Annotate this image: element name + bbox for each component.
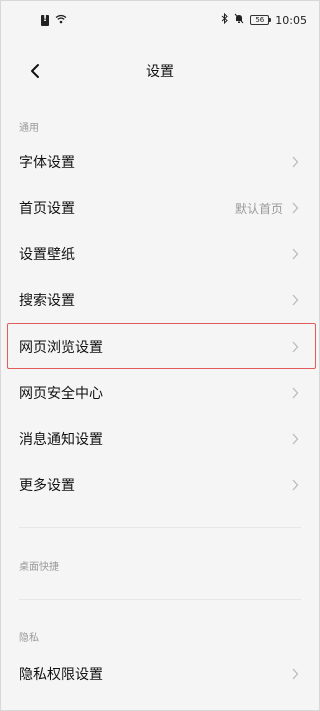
row-label: 网页浏览设置	[19, 340, 103, 356]
wifi-icon	[55, 14, 67, 27]
row-label: 字体设置	[19, 155, 75, 171]
chevron-right-icon	[291, 386, 301, 400]
mute-bell-icon	[234, 13, 244, 27]
header: 设置	[1, 51, 319, 91]
row-label: 设置壁纸	[19, 247, 75, 263]
chevron-right-icon	[291, 293, 301, 307]
row-label: 首页设置	[19, 201, 75, 217]
settings-screen: 56 10:05 设置 通用 字体设置 首页设置 默认首页 设置壁纸 搜索	[0, 0, 320, 711]
chevron-right-icon	[291, 201, 301, 215]
chevron-right-icon	[291, 667, 301, 681]
settings-row-privacy-permissions[interactable]: 隐私权限设置	[1, 651, 319, 697]
divider	[19, 527, 301, 528]
row-label: 网页安全中心	[19, 386, 103, 402]
settings-row-notifications[interactable]: 消息通知设置	[1, 416, 319, 462]
page-title: 设置	[146, 64, 174, 80]
chevron-right-icon	[291, 340, 301, 354]
settings-row-homepage[interactable]: 首页设置 默认首页	[1, 185, 319, 231]
row-label: 搜索设置	[19, 293, 75, 309]
settings-row-font[interactable]: 字体设置	[1, 139, 319, 185]
status-bar: 56 10:05	[1, 1, 319, 39]
chevron-right-icon	[291, 478, 301, 492]
chevron-right-icon	[291, 155, 301, 169]
status-right: 56 10:05	[221, 12, 307, 27]
settings-row-search[interactable]: 搜索设置	[1, 277, 319, 323]
chevron-right-icon	[291, 432, 301, 446]
settings-row-browsing[interactable]: 网页浏览设置	[1, 324, 319, 370]
settings-row-wallpaper[interactable]: 设置壁纸	[1, 231, 319, 277]
row-label: 隐私权限设置	[19, 667, 103, 683]
settings-row-more[interactable]: 更多设置	[1, 462, 319, 508]
section-label-general: 通用	[19, 123, 39, 134]
section-label-privacy: 隐私	[19, 633, 39, 644]
back-button[interactable]	[23, 59, 47, 83]
sim-alert-icon	[41, 14, 49, 26]
status-time: 10:05	[275, 13, 307, 27]
row-value: 默认首页	[234, 201, 283, 216]
bluetooth-icon	[221, 12, 229, 27]
row-label: 消息通知设置	[19, 432, 103, 448]
settings-row-security-center[interactable]: 网页安全中心	[1, 370, 319, 416]
row-label: 更多设置	[19, 478, 75, 494]
status-left	[41, 14, 67, 27]
battery-icon: 56	[250, 15, 272, 25]
section-label-desktop: 桌面快捷	[19, 562, 59, 573]
chevron-right-icon	[291, 247, 301, 261]
divider	[19, 599, 301, 600]
chevron-left-icon	[31, 64, 39, 78]
